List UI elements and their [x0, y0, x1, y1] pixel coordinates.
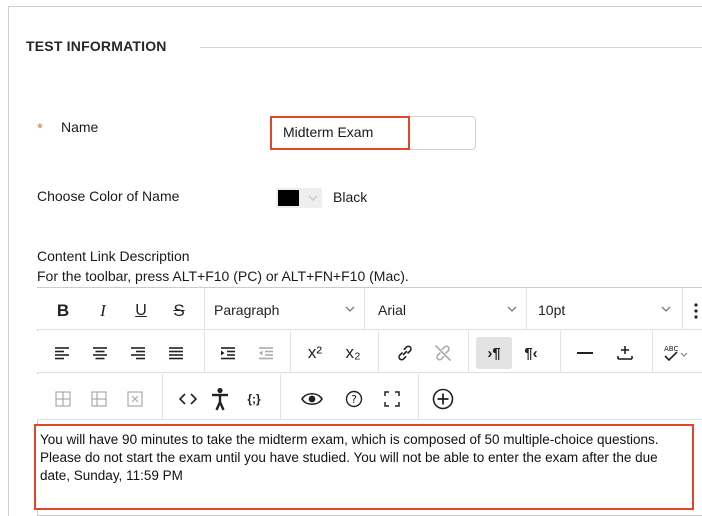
underline-button[interactable]: U [130, 298, 152, 324]
align-justify-icon[interactable] [164, 341, 188, 365]
strikethrough-button[interactable]: S [168, 298, 190, 324]
subscript-button[interactable]: x₂ [340, 341, 366, 365]
help-icon[interactable]: ? [342, 388, 366, 410]
color-value: Black [333, 189, 368, 205]
chevron-down-icon [506, 302, 518, 318]
chevron-down-icon [660, 302, 672, 318]
outdent-icon[interactable] [254, 341, 278, 365]
unlink-icon[interactable] [430, 341, 456, 365]
spellcheck-icon[interactable]: ABC [660, 341, 690, 367]
math-icon[interactable]: {;} [242, 388, 266, 410]
chevron-down-icon [344, 302, 356, 318]
rtl-direction-button[interactable]: ¶‹ [516, 341, 546, 365]
align-right-icon[interactable] [126, 341, 150, 365]
superscript-button[interactable]: x² [302, 341, 328, 365]
block-format-value: Paragraph [214, 302, 280, 318]
source-code-icon[interactable] [176, 388, 200, 410]
required-marker: * [37, 120, 43, 137]
font-family-dropdown[interactable]: Arial [378, 296, 522, 324]
chevron-down-icon[interactable] [303, 188, 322, 208]
block-format-dropdown[interactable]: Paragraph [214, 296, 360, 324]
section-title: TEST INFORMATION [26, 38, 167, 54]
indent-icon[interactable] [216, 341, 240, 365]
table-delete-icon[interactable] [124, 388, 146, 410]
accessibility-icon[interactable] [208, 385, 232, 413]
fullscreen-icon[interactable] [380, 388, 404, 410]
table-insert-row-icon[interactable] [52, 388, 74, 410]
more-options-icon[interactable] [690, 298, 702, 324]
align-left-icon[interactable] [50, 341, 74, 365]
content-link-label: Content Link Description [37, 248, 190, 264]
align-center-icon[interactable] [88, 341, 112, 365]
section-divider [200, 47, 702, 48]
paragraph-rtl-icon: ¶‹ [524, 344, 538, 362]
name-label: Name [61, 119, 99, 135]
table-insert-column-icon[interactable] [88, 388, 110, 410]
editor-body[interactable]: You will have 90 minutes to take the mid… [40, 431, 690, 485]
braces-icon: {;} [247, 392, 261, 406]
preview-eye-icon[interactable] [300, 388, 324, 410]
insert-symbol-icon[interactable] [612, 341, 638, 365]
toolbar-hint: For the toolbar, press ALT+F10 (PC) or A… [37, 268, 409, 284]
ltr-direction-button[interactable]: ›¶ [476, 337, 512, 369]
color-label: Choose Color of Name [37, 188, 180, 204]
name-input-value[interactable]: Midterm Exam [283, 124, 373, 140]
paragraph-ltr-icon: ›¶ [487, 344, 501, 362]
svg-text:?: ? [351, 393, 357, 406]
font-size-dropdown[interactable]: 10pt [538, 296, 676, 324]
link-icon[interactable] [392, 341, 418, 365]
color-swatch[interactable] [278, 190, 299, 206]
horizontal-line-icon[interactable] [572, 341, 598, 365]
bold-button[interactable]: B [52, 298, 74, 324]
font-size-value: 10pt [538, 302, 566, 318]
font-family-value: Arial [378, 302, 407, 318]
add-content-icon[interactable] [430, 386, 456, 412]
italic-button[interactable]: I [92, 298, 114, 324]
